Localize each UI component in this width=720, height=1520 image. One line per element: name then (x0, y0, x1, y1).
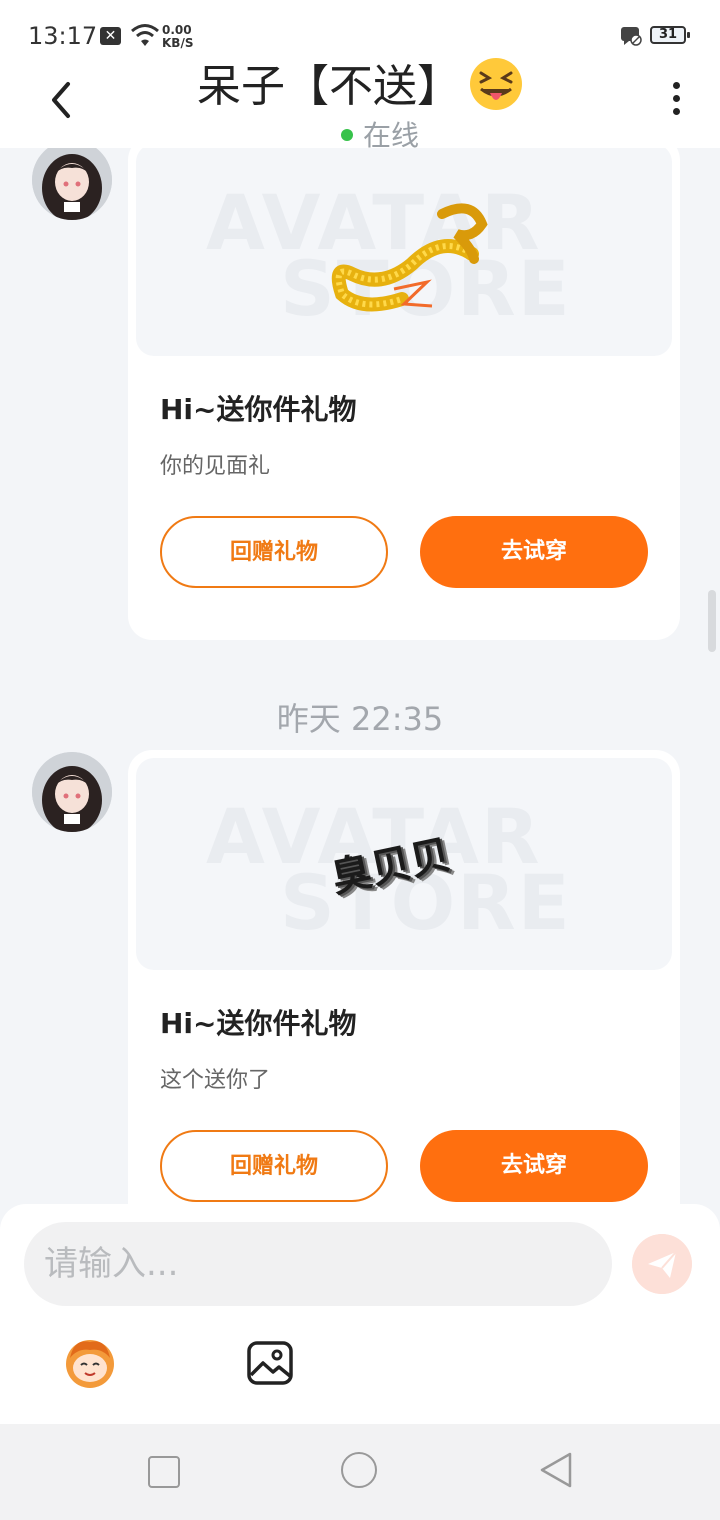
message-composer (0, 1204, 720, 1424)
gift-image[interactable]: AVATAR STORE (136, 148, 672, 356)
scrollbar-thumb[interactable] (708, 590, 716, 652)
return-gift-button[interactable]: 回赠礼物 (160, 1130, 388, 1202)
return-gift-button[interactable]: 回赠礼物 (160, 516, 388, 588)
avatar-image (32, 148, 112, 220)
try-on-button[interactable]: 去试穿 (420, 516, 648, 588)
tongue-out-emoji-icon (470, 58, 522, 110)
golden-dragon-gift (331, 203, 488, 312)
message-input[interactable] (24, 1222, 612, 1306)
online-dot (340, 129, 353, 141)
system-nav-bar (0, 1424, 720, 1520)
system-back-button[interactable] (538, 1450, 574, 1490)
gift-text: 这个送你了 (160, 1068, 271, 1093)
send-button[interactable] (632, 1234, 692, 1294)
contact-name: 呆子【不送】 (197, 61, 461, 112)
notification-x-icon: ✕ (100, 27, 121, 45)
net-speed-unit: KB/S (162, 36, 194, 50)
gift-heading: Hi~送你件礼物 (160, 1007, 357, 1040)
page-title: 呆子【不送】 (0, 50, 720, 114)
wifi-icon (131, 24, 159, 46)
recent-apps-button[interactable] (148, 1456, 180, 1488)
message-timestamp: 昨天 22:35 (276, 700, 444, 738)
try-on-button[interactable]: 去试穿 (420, 1130, 648, 1202)
net-speed-value: 0.00 (162, 23, 192, 37)
sender-avatar[interactable] (32, 752, 112, 832)
avatar-image (32, 752, 112, 832)
more-dot-icon (672, 82, 680, 89)
gift-heading: Hi~送你件礼物 (160, 393, 357, 426)
net-speed: 0.00 KB/S (162, 24, 193, 50)
gift-text: 你的见面礼 (160, 454, 271, 479)
sticker-button[interactable] (60, 1334, 120, 1390)
top-bar: 13:17 ✕ 0.00 KB/S 31 呆子【不送】 在线 (0, 0, 720, 152)
battery-indicator: 31 (650, 26, 690, 44)
more-options-button[interactable] (664, 82, 688, 122)
chat-area[interactable]: AVATAR STORE Hi~送你件礼物 你的见面礼 回赠礼物 去试穿 昨天 … (0, 148, 720, 1206)
more-dot-icon (672, 95, 680, 102)
gift-image[interactable]: AVATAR STORE 臭贝贝 (136, 758, 672, 970)
sender-avatar[interactable] (32, 148, 112, 220)
more-dot-icon (672, 108, 680, 115)
status-time: 13:17 (28, 22, 98, 50)
gift-message-card: AVATAR STORE 臭贝贝 Hi~送你件礼物 这个送你了 回赠礼物 去试穿 (128, 750, 680, 1206)
gift-message-card: AVATAR STORE Hi~送你件礼物 你的见面礼 回赠礼物 去试穿 (128, 148, 680, 640)
message-icon (621, 27, 642, 46)
home-button[interactable] (341, 1452, 377, 1488)
image-picker-button[interactable] (246, 1340, 294, 1386)
